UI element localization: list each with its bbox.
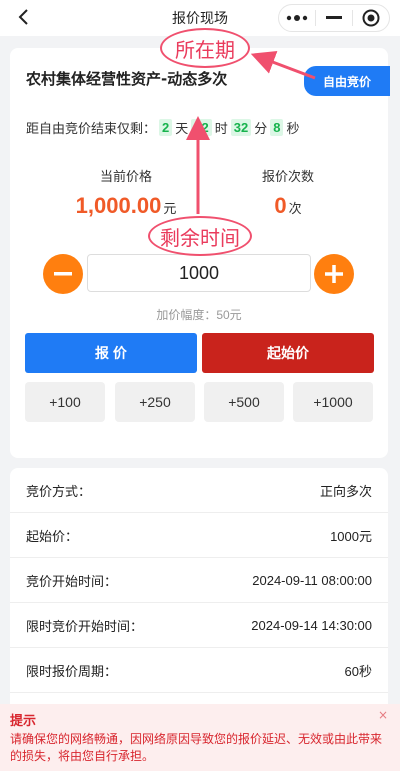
back-arrow-icon[interactable]	[10, 4, 36, 30]
current-price-unit: 元	[163, 201, 177, 216]
countdown-days: 2	[159, 119, 173, 136]
current-price: 当前价格 1,000.00 元	[56, 166, 196, 219]
detail-label: 竞价方式：	[26, 483, 92, 499]
page-title: 报价现场	[172, 11, 228, 27]
auction-details: 竞价方式： 正向多次 起始价： 1000元 竞价开始时间： 2024-09-11…	[10, 468, 388, 708]
countdown-minutes: 32	[230, 119, 252, 136]
annotation-period: 所在期	[160, 28, 250, 68]
countdown: 距自由竞价结束仅剩： 2 天 22 时 32 分 8 秒	[26, 118, 299, 137]
submit-bid-button[interactable]: 报 价	[25, 333, 197, 373]
bid-count-unit: 次	[288, 201, 302, 216]
detail-row-start-time: 竞价开始时间： 2024-09-11 08:00:00	[10, 558, 388, 603]
auction-title: 农村集体经营性资产-动态多次	[26, 70, 228, 88]
detail-label: 限时报价周期：	[26, 663, 118, 679]
quick-add-100-button[interactable]: +100	[25, 382, 105, 422]
countdown-seconds-unit: 秒	[286, 121, 300, 136]
countdown-label: 距自由竞价结束仅剩：	[26, 121, 157, 136]
bidding-mode-tag: 自由竞价	[304, 66, 390, 96]
bid-count: 报价次数 0次	[228, 166, 348, 219]
detail-row-start-price: 起始价： 1000元	[10, 513, 388, 558]
tip-text: 请确保您的网络畅通，因网络原因导致您的报价延迟、无效或由此带来的损失，将由您自行…	[10, 732, 383, 763]
mini-program-capsule	[278, 4, 390, 32]
detail-value: 2024-09-14 14:30:00	[251, 617, 372, 633]
bid-amount-input[interactable]: 1000	[87, 254, 311, 292]
tip-title: 提示	[10, 713, 37, 728]
bid-count-value: 0	[274, 193, 287, 218]
increase-button[interactable]	[314, 254, 354, 294]
detail-label: 限时竞价开始时间：	[26, 618, 144, 634]
bid-count-label: 报价次数	[261, 169, 314, 184]
current-price-value: 1,000.00	[75, 193, 162, 218]
quick-add-250-button[interactable]: +250	[115, 382, 195, 422]
detail-label: 起始价：	[26, 528, 79, 544]
countdown-seconds: 8	[270, 119, 284, 136]
countdown-hours-unit: 时	[214, 121, 228, 136]
detail-value: 2024-09-11 08:00:00	[252, 572, 372, 588]
countdown-minutes-unit: 分	[254, 121, 268, 136]
close-icon[interactable]: ×	[378, 708, 388, 722]
quick-add-500-button[interactable]: +500	[204, 382, 284, 422]
detail-row-bid-cycle: 限时报价周期： 60秒	[10, 648, 388, 693]
close-target-icon[interactable]	[353, 5, 389, 31]
annotation-remaining-time: 剩余时间	[148, 216, 252, 256]
current-price-label: 当前价格	[99, 169, 152, 184]
quick-add-1000-button[interactable]: +1000	[293, 382, 373, 422]
increment-hint: 加价幅度：50元	[156, 308, 242, 322]
detail-value: 1000元	[330, 528, 372, 544]
network-tip-banner: 提示 请确保您的网络畅通，因网络原因导致您的报价延迟、无效或由此带来的损失，将由…	[0, 704, 400, 771]
detail-row-limited-start-time: 限时竞价开始时间： 2024-09-14 14:30:00	[10, 603, 388, 648]
detail-label: 竞价开始时间：	[26, 573, 118, 589]
detail-value: 60秒	[344, 663, 372, 679]
plus-icon	[325, 265, 343, 283]
countdown-days-unit: 天	[175, 121, 189, 136]
minus-icon	[54, 272, 72, 276]
more-icon[interactable]	[279, 5, 315, 31]
countdown-hours: 22	[191, 119, 212, 136]
minimize-icon[interactable]	[316, 5, 352, 31]
detail-value: 正向多次	[319, 483, 372, 499]
start-price-button[interactable]: 起始价	[202, 333, 374, 373]
decrease-button[interactable]	[43, 254, 83, 294]
detail-row-bid-method: 竞价方式： 正向多次	[10, 468, 388, 513]
